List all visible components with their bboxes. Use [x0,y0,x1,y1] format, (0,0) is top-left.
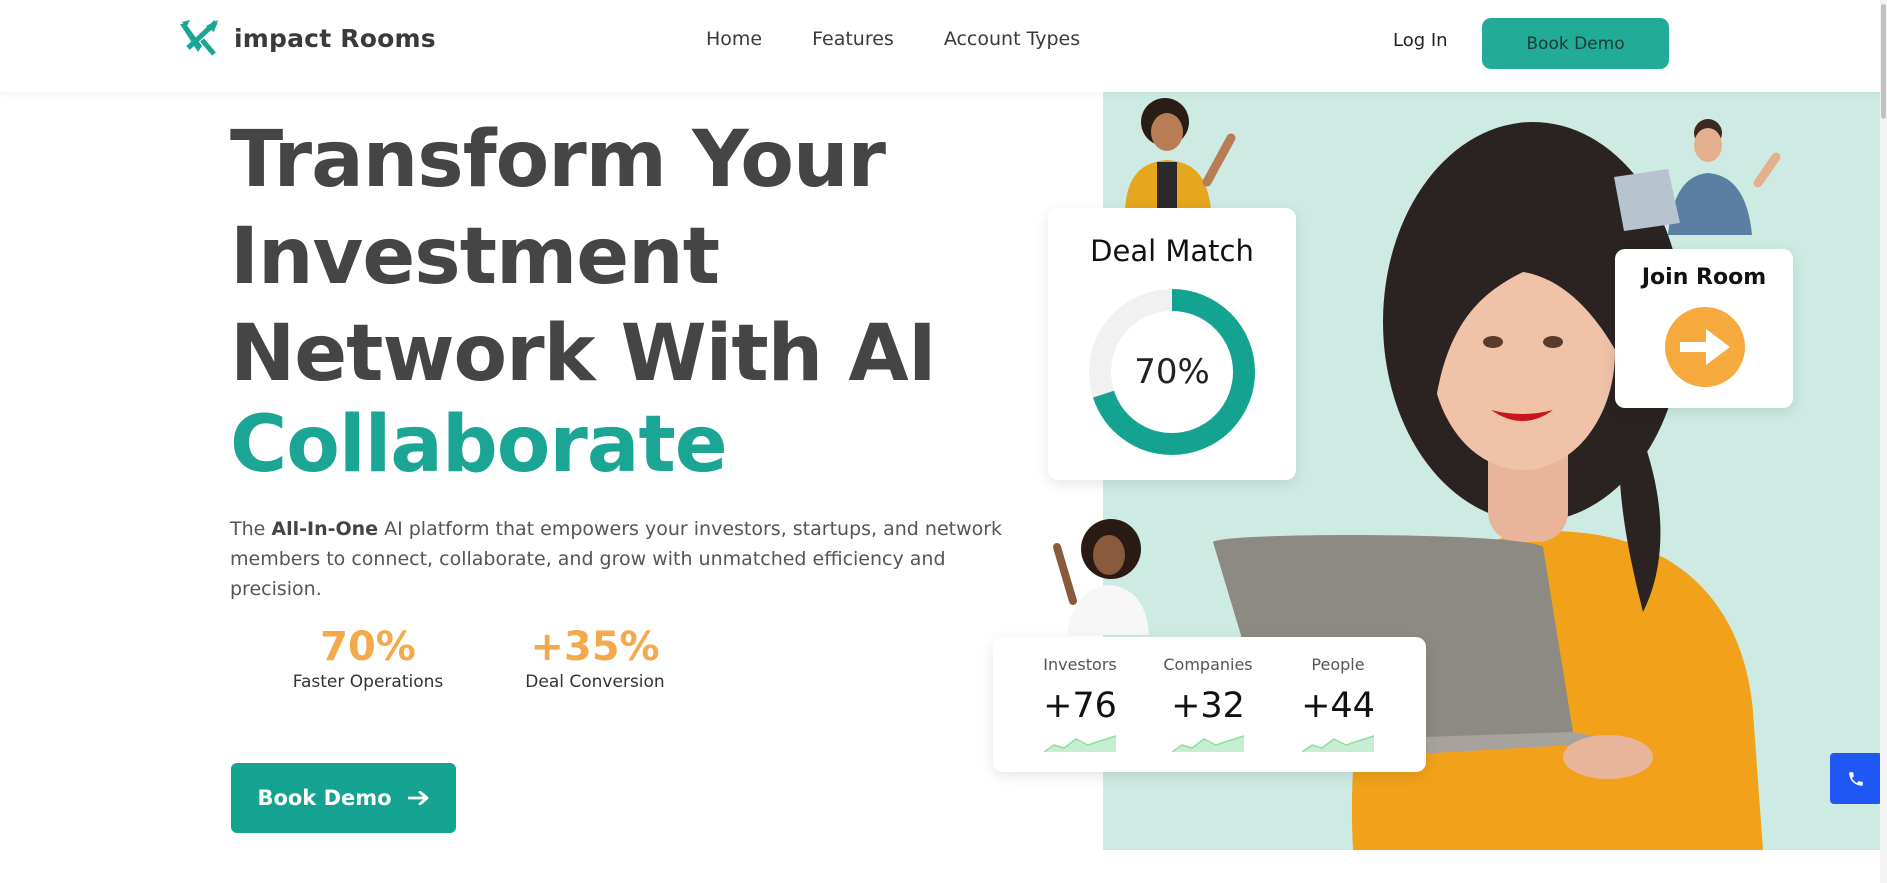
scrollbar-thumb[interactable] [1881,4,1886,119]
headline-accent: Collaborate [230,400,728,490]
logo[interactable]: impact Rooms [176,18,436,58]
hero-description: The All-In-One AI platform that empowers… [230,514,1010,604]
stat-value: 70% [320,624,416,670]
metric-label: People [1311,655,1365,674]
sparkline-icon [1044,735,1116,752]
metric-companies: Companies +32 [1148,655,1268,752]
login-link[interactable]: Log In [1393,30,1448,51]
stat-faster-operations: 70% Faster Operations [284,624,452,692]
deal-match-card: Deal Match 70% [1048,208,1296,480]
page-scrollbar[interactable] [1880,0,1887,883]
hero-book-demo-label: Book Demo [257,786,392,810]
stat-deal-conversion: +35% Deal Conversion [510,624,680,692]
woman-pointing-image [1053,519,1149,635]
hero-book-demo-button[interactable]: Book Demo [231,763,456,833]
site-header: impact Rooms Home Features Account Types… [0,0,1887,92]
headline-line-1: Transform Your [230,115,886,205]
call-button[interactable] [1830,753,1882,804]
deal-match-title: Deal Match [1090,234,1254,268]
metric-label: Investors [1043,655,1117,674]
hero-headline: Transform Your Investment Network With A… [230,112,937,403]
stat-value: +35% [530,624,660,670]
metric-people: People +44 [1278,655,1398,752]
metric-value: +44 [1301,686,1375,726]
deal-match-percent: 70% [1134,352,1210,392]
metric-investors: Investors +76 [1020,655,1140,752]
stat-label: Faster Operations [292,672,444,692]
phone-icon [1849,771,1863,786]
header-book-demo-button[interactable]: Book Demo [1482,18,1669,69]
stat-label: Deal Conversion [525,672,665,692]
man-pointing-image [1125,98,1236,210]
sparkline-icon [1172,735,1244,752]
metric-value: +32 [1171,686,1245,726]
headline-line-3: Network With AI [230,309,937,399]
join-room-card[interactable]: Join Room [1615,249,1793,408]
main-nav: Home Features Account Types [706,28,1080,50]
man-with-laptop-image [1614,119,1781,235]
arrow-right-icon [407,791,428,805]
network-metrics-card: Investors +76 Companies +32 People +44 [993,637,1426,772]
join-room-arrow-button[interactable] [1665,307,1745,387]
nav-account-types[interactable]: Account Types [944,28,1080,50]
metric-label: Companies [1163,655,1253,674]
arrow-right-icon [1680,329,1730,365]
join-room-title: Join Room [1641,265,1767,290]
nav-features[interactable]: Features [812,28,894,50]
nav-home[interactable]: Home [706,28,762,50]
desc-bold: All-In-One [271,518,379,540]
desc-prefix: The [230,518,272,540]
landing-page: impact Rooms Home Features Account Types… [0,0,1887,883]
headline-line-2: Investment [230,212,720,302]
metric-value: +76 [1043,686,1117,726]
logo-text: impact Rooms [234,23,436,53]
sparkline-icon [1302,735,1374,752]
logo-mark-icon [180,20,218,56]
